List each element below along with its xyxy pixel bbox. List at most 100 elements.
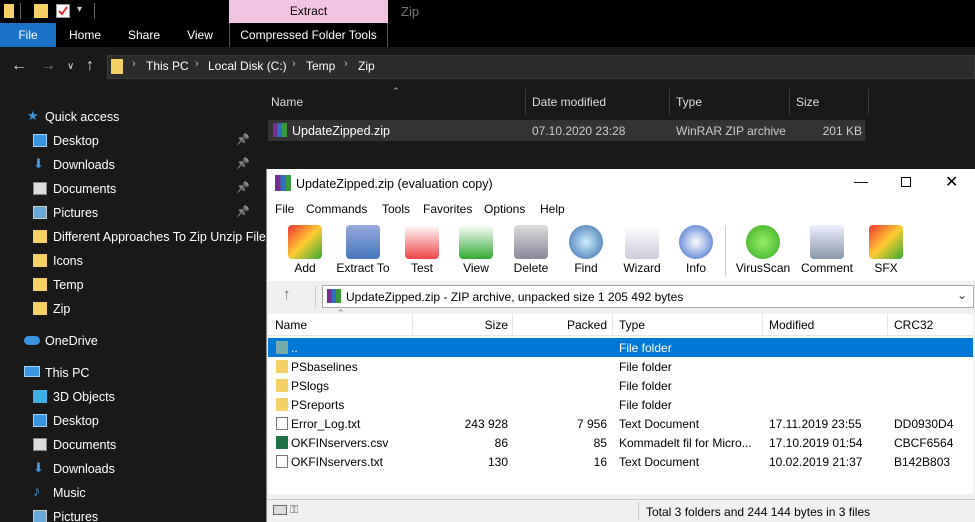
column-crc32[interactable]: CRC32 [894,318,933,332]
winrar-archive-icon [327,289,341,303]
back-arrow-icon[interactable]: ← [11,57,27,75]
table-row[interactable]: PSreports File folder [268,395,973,414]
file-name[interactable]: UpdateZipped.zip [292,124,390,138]
forward-arrow-icon[interactable]: → [40,57,56,75]
sfx-button[interactable]: SFX [857,223,915,279]
breadcrumb-local-disk[interactable]: Local Disk (C:) [208,59,287,73]
tab-share[interactable]: Share [122,23,166,47]
virusscan-button[interactable]: VirusScan [734,223,792,279]
star-icon: ★ [27,108,39,123]
chevron-down-icon[interactable]: ⌄ [957,288,967,302]
cell-name: OKFINservers.txt [291,455,384,469]
comment-button[interactable]: Comment [798,223,856,279]
customize-qat-icon[interactable]: ▾ [77,4,82,15]
view-icon [459,225,493,259]
sidebar-item-music[interactable]: ♪ Music [0,481,255,505]
breadcrumb-temp[interactable]: Temp [306,59,335,73]
pin-icon[interactable]: 📌 [236,133,250,146]
up-arrow-icon[interactable]: ↑ [86,57,94,75]
column-packed[interactable]: Packed [512,318,607,332]
cell-name: OKFINservers.csv [291,436,389,450]
sidebar-item-icons[interactable]: Icons [0,249,255,273]
column-size[interactable]: Size [796,95,819,109]
column-divider[interactable] [525,89,526,115]
pin-icon[interactable]: 📌 [236,181,250,194]
sidebar-item-desktop[interactable]: Desktop [0,409,255,433]
menu-options[interactable]: Options [484,202,525,216]
extract-to-button[interactable]: Extract To [334,223,392,279]
sidebar-item-3d-objects[interactable]: 3D Objects [0,385,255,409]
table-row[interactable]: OKFINservers.txt 130 16 Text Document 10.02.… [268,452,973,471]
sidebar-item-temp[interactable]: Temp [0,273,255,297]
sidebar-this-pc[interactable]: This PC [0,361,255,385]
sidebar-label: Documents [53,182,117,196]
test-icon [405,225,439,259]
sidebar-quick-access[interactable]: ★ Quick access [0,105,255,129]
cell-type: File folder [619,398,672,412]
key-icon[interactable]: ⚿ [290,504,298,517]
menu-tools[interactable]: Tools [382,202,410,216]
menu-favorites[interactable]: Favorites [423,202,472,216]
sidebar-item-zip[interactable]: Zip [0,297,255,321]
column-divider[interactable] [669,89,670,115]
recent-locations-chevron-icon[interactable]: ∨ [67,61,74,72]
column-type[interactable]: Type [619,318,645,332]
column-divider[interactable] [789,89,790,115]
winrar-app-icon [275,175,291,191]
menu-help[interactable]: Help [540,202,565,216]
sidebar-onedrive[interactable]: OneDrive [0,329,255,353]
table-row[interactable]: PSlogs File folder [268,376,973,395]
download-icon: ⬇ [33,156,44,171]
breadcrumb-this-pc[interactable]: This PC [146,59,189,73]
info-button[interactable]: Info [667,223,725,279]
sidebar-item-different-approaches-to-zip-unzip-file[interactable]: Different Approaches To Zip Unzip File [0,225,266,249]
column-name[interactable]: Name [271,95,303,109]
sidebar-item-downloads[interactable]: ⬇ Downloads [0,457,255,481]
menu-commands[interactable]: Commands [306,202,367,216]
close-icon[interactable]: ✕ [945,172,958,192]
cell-packed: 16 [593,455,607,469]
column-date-modified[interactable]: Date modified [532,95,606,109]
table-row[interactable]: Error_Log.txt 243 928 7 956 Text Document 17… [268,414,973,433]
cell-size: 130 [487,455,508,469]
column-divider[interactable] [612,314,613,336]
minimize-icon[interactable]: — [854,173,868,189]
sidebar-label: OneDrive [45,334,98,348]
column-divider[interactable] [762,314,763,336]
sidebar-item-documents[interactable]: Documents 📌 [0,177,255,201]
breadcrumb-zip[interactable]: Zip [358,59,375,73]
cell-name: PSbaselines [291,360,358,374]
maximize-icon[interactable] [901,177,911,187]
table-row[interactable]: OKFINservers.csv 86 85 Kommadelt fil for Mi… [268,433,973,452]
sidebar-item-documents[interactable]: Documents [0,433,255,457]
cell-type: File folder [619,341,672,355]
tab-compressed-folder-tools[interactable]: Compressed Folder Tools [229,23,388,47]
properties-icon[interactable] [56,4,70,18]
cell-crc32: DD0930D4 [894,417,954,431]
column-divider[interactable] [887,314,888,336]
sidebar-item-desktop[interactable]: Desktop 📌 [0,129,255,153]
sidebar-item-pictures[interactable]: Pictures 📌 [0,201,255,225]
pin-icon[interactable]: 📌 [236,157,250,170]
add-button[interactable]: Add [276,223,334,279]
tab-view[interactable]: View [180,23,220,47]
column-type[interactable]: Type [676,95,702,109]
column-modified[interactable]: Modified [769,318,814,332]
drive-icon[interactable] [273,505,287,515]
column-divider[interactable] [868,89,869,115]
table-row[interactable]: PSbaselines File folder [268,357,973,376]
up-one-level-icon[interactable]: ↑ [283,286,291,303]
extract-to-icon [346,225,380,259]
menu-file[interactable]: File [275,202,294,216]
sidebar-item-pictures[interactable]: Pictures [0,505,255,522]
sidebar-item-downloads[interactable]: ⬇ Downloads 📌 [0,153,255,177]
tab-file[interactable]: File [0,23,56,47]
extract-context-tab[interactable]: Extract [229,0,388,23]
tab-home[interactable]: Home [64,23,106,47]
column-size[interactable]: Size [412,318,508,332]
window-title: Zip [401,4,420,19]
pin-icon[interactable]: 📌 [236,205,250,218]
new-folder-icon[interactable] [34,4,48,18]
column-name[interactable]: Name [275,318,307,332]
table-row[interactable]: .. File folder [268,338,973,357]
